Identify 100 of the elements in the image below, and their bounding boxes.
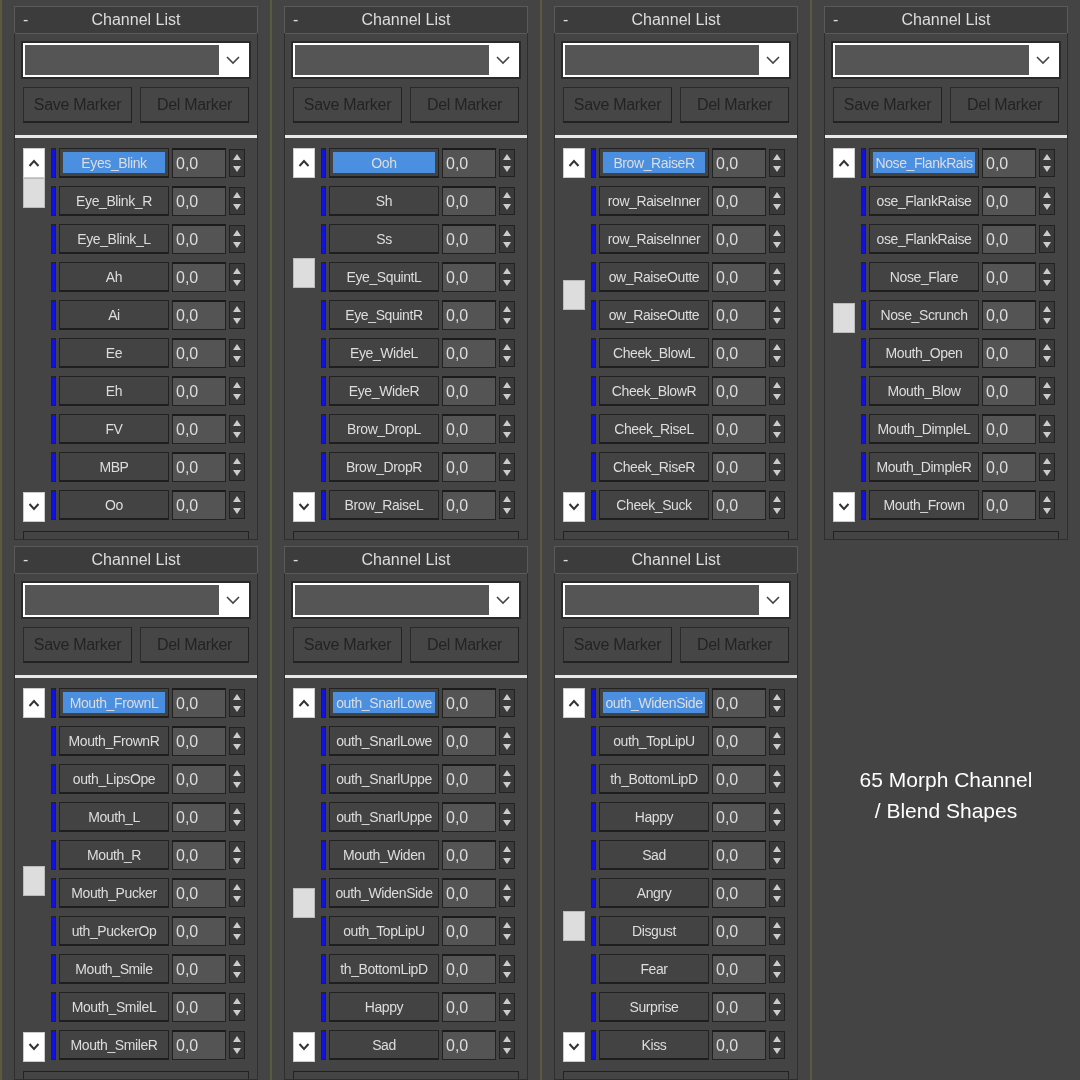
- channel-name-button[interactable]: row_RaiseInner: [599, 224, 709, 254]
- channel-value-field[interactable]: 0,0: [982, 490, 1036, 520]
- collapse-toggle[interactable]: -: [563, 11, 583, 29]
- channel-name-button[interactable]: Eye_SquintR: [329, 300, 439, 330]
- spinner-icon[interactable]: [769, 339, 785, 367]
- channel-value-field[interactable]: 0,0: [172, 452, 226, 482]
- channel-value-field[interactable]: 0,0: [442, 300, 496, 330]
- channel-value-field[interactable]: 0,0: [712, 414, 766, 444]
- spinner-icon[interactable]: [229, 727, 245, 755]
- scroll-down-button[interactable]: [293, 1032, 315, 1062]
- channel-value-field[interactable]: 0,0: [172, 916, 226, 946]
- rollout-header[interactable]: - Channel List: [284, 546, 528, 574]
- channel-name-button[interactable]: Mouth_Blow: [869, 376, 979, 406]
- channel-name-button[interactable]: Mouth_Frown: [869, 490, 979, 520]
- channel-value-field[interactable]: 0,0: [712, 688, 766, 718]
- spinner-icon[interactable]: [769, 689, 785, 717]
- channel-value-field[interactable]: 0,0: [172, 224, 226, 254]
- channel-name-button[interactable]: Mouth_L: [59, 802, 169, 832]
- scroll-up-button[interactable]: [563, 688, 585, 718]
- scroll-down-button[interactable]: [563, 1032, 585, 1062]
- channel-value-field[interactable]: 0,0: [712, 490, 766, 520]
- spinner-icon[interactable]: [499, 765, 515, 793]
- spinner-icon[interactable]: [499, 955, 515, 983]
- spinner-icon[interactable]: [229, 689, 245, 717]
- collapse-toggle[interactable]: -: [23, 11, 43, 29]
- spinner-icon[interactable]: [229, 491, 245, 519]
- channel-value-field[interactable]: 0,0: [442, 840, 496, 870]
- channel-name-button[interactable]: Mouth_DimpleL: [869, 414, 979, 444]
- channel-name-button[interactable]: Ee: [59, 338, 169, 368]
- scroll-thumb[interactable]: [563, 911, 585, 942]
- channel-name-button[interactable]: Sad: [599, 840, 709, 870]
- spinner-icon[interactable]: [499, 879, 515, 907]
- spinner-icon[interactable]: [769, 955, 785, 983]
- channel-value-field[interactable]: 0,0: [442, 224, 496, 254]
- channel-value-field[interactable]: 0,0: [712, 224, 766, 254]
- spinner-icon[interactable]: [499, 377, 515, 405]
- channel-value-field[interactable]: 0,0: [172, 148, 226, 178]
- channel-name-button[interactable]: Sad: [329, 1030, 439, 1060]
- spinner-icon[interactable]: [499, 689, 515, 717]
- spinner-icon[interactable]: [499, 917, 515, 945]
- channel-value-field[interactable]: 0,0: [712, 992, 766, 1022]
- channel-value-field[interactable]: 0,0: [172, 1030, 226, 1060]
- spinner-icon[interactable]: [769, 993, 785, 1021]
- channel-value-field[interactable]: 0,0: [172, 726, 226, 756]
- spinner-icon[interactable]: [769, 1031, 785, 1059]
- rollout-header[interactable]: - Channel List: [554, 6, 798, 34]
- channel-value-field[interactable]: 0,0: [442, 376, 496, 406]
- channel-name-button[interactable]: FV: [59, 414, 169, 444]
- rollout-header[interactable]: - Channel List: [14, 546, 258, 574]
- spinner-icon[interactable]: [229, 415, 245, 443]
- channel-name-button[interactable]: Eye_WideR: [329, 376, 439, 406]
- channel-value-field[interactable]: 0,0: [172, 262, 226, 292]
- spinner-icon[interactable]: [499, 339, 515, 367]
- rollout-header[interactable]: - Channel List: [14, 6, 258, 34]
- channel-name-button[interactable]: ow_RaiseOutte: [599, 262, 709, 292]
- spinner-icon[interactable]: [499, 415, 515, 443]
- channel-name-button[interactable]: Angry: [599, 878, 709, 908]
- channel-value-field[interactable]: 0,0: [442, 148, 496, 178]
- marker-dropdown[interactable]: [833, 43, 1059, 77]
- channel-value-field[interactable]: 0,0: [442, 878, 496, 908]
- spinner-icon[interactable]: [1039, 339, 1055, 367]
- spinner-icon[interactable]: [769, 453, 785, 481]
- spinner-icon[interactable]: [229, 1031, 245, 1059]
- channel-name-button[interactable]: Happy: [329, 992, 439, 1022]
- spinner-icon[interactable]: [499, 453, 515, 481]
- channel-value-field[interactable]: 0,0: [712, 300, 766, 330]
- channel-name-button[interactable]: outh_LipsOpe: [59, 764, 169, 794]
- channel-value-field[interactable]: 0,0: [172, 954, 226, 984]
- spinner-icon[interactable]: [769, 491, 785, 519]
- channel-name-button[interactable]: Eye_WideL: [329, 338, 439, 368]
- spinner-icon[interactable]: [229, 339, 245, 367]
- spinner-icon[interactable]: [499, 187, 515, 215]
- rollout-header[interactable]: - Channel List: [284, 6, 528, 34]
- channel-value-field[interactable]: 0,0: [172, 802, 226, 832]
- spinner-icon[interactable]: [769, 917, 785, 945]
- channel-value-field[interactable]: 0,0: [982, 300, 1036, 330]
- channel-value-field[interactable]: 0,0: [712, 338, 766, 368]
- spinner-icon[interactable]: [499, 301, 515, 329]
- channel-name-button[interactable]: Mouth_Pucker: [59, 878, 169, 908]
- channel-name-button[interactable]: outh_SnarlUppe: [329, 764, 439, 794]
- spinner-icon[interactable]: [499, 727, 515, 755]
- channel-value-field[interactable]: 0,0: [442, 186, 496, 216]
- spinner-icon[interactable]: [499, 803, 515, 831]
- channel-name-button[interactable]: Ss: [329, 224, 439, 254]
- channel-name-button[interactable]: Mouth_R: [59, 840, 169, 870]
- spinner-icon[interactable]: [229, 917, 245, 945]
- channel-name-button[interactable]: Happy: [599, 802, 709, 832]
- spinner-icon[interactable]: [229, 225, 245, 253]
- marker-dropdown[interactable]: [563, 43, 789, 77]
- channel-value-field[interactable]: 0,0: [712, 1030, 766, 1060]
- channel-name-button[interactable]: outh_WidenSide: [329, 878, 439, 908]
- channel-value-field[interactable]: 0,0: [982, 452, 1036, 482]
- spinner-icon[interactable]: [499, 149, 515, 177]
- collapse-toggle[interactable]: -: [293, 11, 313, 29]
- channel-value-field[interactable]: 0,0: [442, 954, 496, 984]
- spinner-icon[interactable]: [769, 765, 785, 793]
- channel-name-button[interactable]: uth_PuckerOp: [59, 916, 169, 946]
- spinner-icon[interactable]: [229, 955, 245, 983]
- channel-value-field[interactable]: 0,0: [172, 992, 226, 1022]
- channel-value-field[interactable]: 0,0: [712, 376, 766, 406]
